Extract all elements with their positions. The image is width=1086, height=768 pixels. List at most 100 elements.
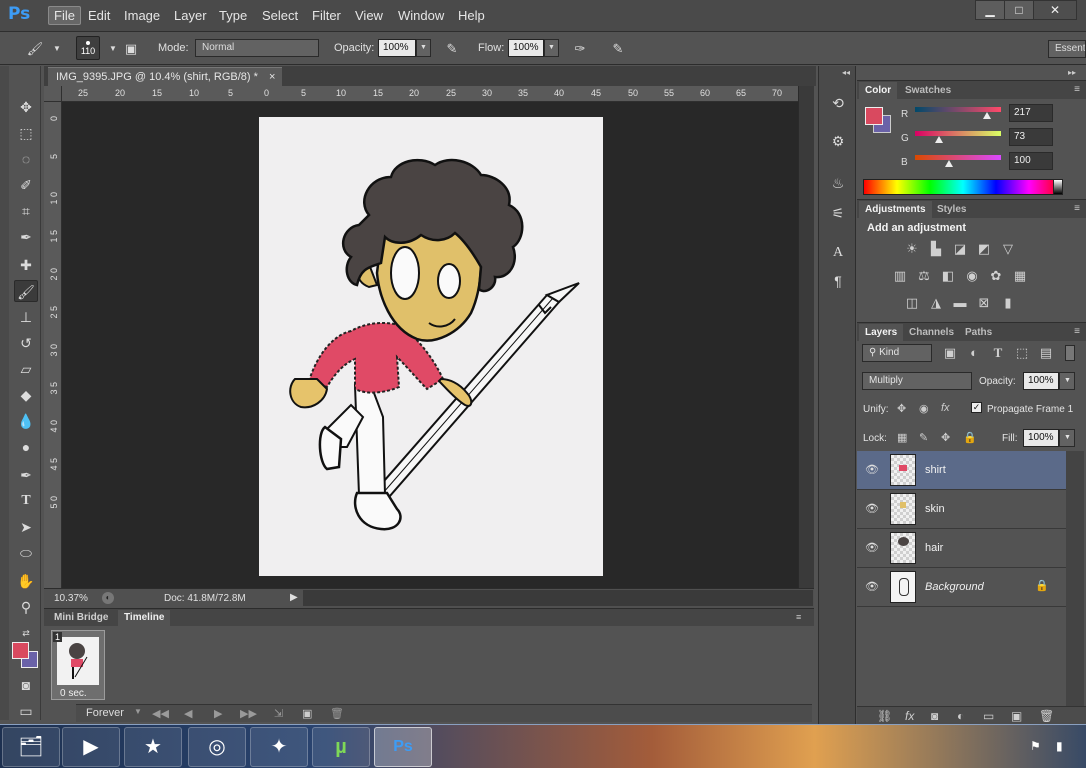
healing-brush-tool-icon[interactable]: ✚ <box>14 254 38 276</box>
blue-slider[interactable] <box>915 155 1001 160</box>
flow-dropdown[interactable]: ▼ <box>544 39 559 57</box>
color-spectrum-bar[interactable] <box>863 179 1063 195</box>
menu-filter[interactable]: Filter <box>312 8 341 23</box>
layer-row-hair[interactable]: 👁 hair <box>857 529 1066 568</box>
ruler-origin[interactable] <box>44 86 62 102</box>
workspace-switcher[interactable]: Essentials <box>1048 40 1086 58</box>
move-tool-icon[interactable]: ✥ <box>14 96 38 118</box>
airbrush-icon[interactable]: ✑ <box>571 40 589 58</box>
filter-smart-object-icon[interactable]: ▤ <box>1037 344 1055 362</box>
filter-shape-icon[interactable]: ⬚ <box>1013 344 1031 362</box>
media-player-icon[interactable]: ▶ <box>62 727 120 767</box>
tab-channels[interactable]: Channels <box>903 324 960 341</box>
chrome-icon[interactable]: ◎ <box>188 727 246 767</box>
blur-tool-icon[interactable]: 💧 <box>14 410 38 432</box>
exposure-icon[interactable]: ◩ <box>975 240 993 258</box>
gradient-map-icon[interactable]: ▮ <box>999 294 1017 312</box>
zoom-tool-icon[interactable]: ⚲ <box>14 596 38 618</box>
unify-visibility-icon[interactable]: ◉ <box>919 402 929 415</box>
eye-icon[interactable]: 👁 <box>865 541 879 554</box>
brightness-contrast-icon[interactable]: ☀ <box>903 240 921 258</box>
threshold-icon[interactable]: ▬ <box>951 294 969 312</box>
tab-adjustments[interactable]: Adjustments <box>859 201 932 218</box>
tab-mini-bridge[interactable]: Mini Bridge <box>48 610 114 626</box>
document-tab[interactable]: IMG_9395.JPG @ 10.4% (shirt, RGB/8) * × <box>48 67 282 86</box>
screen-mode-icon[interactable]: ▭ <box>14 700 38 722</box>
layer-row-background[interactable]: 👁 Background 🔒 <box>857 568 1066 607</box>
animation-frame[interactable]: 1 0 sec. <box>51 630 105 700</box>
character-icon[interactable]: A <box>829 244 847 262</box>
black-white-icon[interactable]: ◧ <box>939 267 957 285</box>
close-button[interactable]: ✕ <box>1033 0 1077 20</box>
photo-filter-icon[interactable]: ◉ <box>963 267 981 285</box>
black-white-ramp[interactable] <box>1053 179 1063 195</box>
vibrance-icon[interactable]: ▽ <box>999 240 1017 258</box>
dodge-tool-icon[interactable]: ● <box>14 436 38 458</box>
type-tool-icon[interactable]: T <box>14 490 38 512</box>
color-panel-menu-icon[interactable]: ≡ <box>1074 84 1080 95</box>
eye-icon[interactable]: 👁 <box>865 463 879 476</box>
new-adjustment-layer-icon[interactable]: ◐ <box>957 709 964 723</box>
green-slider-knob[interactable] <box>935 136 943 143</box>
layer-name[interactable]: shirt <box>925 464 946 476</box>
pressure-opacity-icon[interactable]: ✎ <box>443 40 461 58</box>
eyedropper-tool-icon[interactable]: ✒ <box>14 226 38 248</box>
quick-mask-icon[interactable]: ◙ <box>14 674 38 696</box>
blue-value[interactable]: 100 <box>1009 152 1053 170</box>
tab-color[interactable]: Color <box>859 82 898 99</box>
red-value[interactable]: 217 <box>1009 104 1053 122</box>
delete-layer-icon[interactable]: 🗑 <box>1039 709 1054 723</box>
paint-bucket-tool-icon[interactable]: ◆ <box>14 384 38 406</box>
new-frame-icon[interactable]: ▣ <box>302 707 312 720</box>
history-icon[interactable]: ⟲ <box>829 94 847 112</box>
document-canvas[interactable] <box>259 117 603 576</box>
lock-all-icon[interactable]: 🔒 <box>963 431 977 444</box>
eye-icon[interactable]: 👁 <box>865 502 879 515</box>
blue-slider-knob[interactable] <box>945 160 953 167</box>
menu-view[interactable]: View <box>355 8 383 23</box>
foreground-color-swatch[interactable] <box>12 642 29 659</box>
horizontal-ruler[interactable]: 25 20 15 10 5 0 5 10 15 20 25 30 35 40 4… <box>62 86 798 102</box>
next-frame-icon[interactable]: ▶▶ <box>240 707 257 720</box>
unify-style-icon[interactable]: fx <box>941 402 950 414</box>
new-group-icon[interactable]: ▭ <box>983 709 994 723</box>
lock-image-icon[interactable]: ✎ <box>919 431 928 444</box>
layer-row-shirt[interactable]: 👁 shirt <box>857 451 1066 490</box>
frame-delay[interactable]: 0 sec. <box>60 688 87 699</box>
fill-input[interactable]: 100% <box>1023 429 1059 447</box>
layer-name[interactable]: skin <box>925 503 945 515</box>
properties-icon[interactable]: ⚙ <box>829 132 847 150</box>
layers-scrollbar[interactable] <box>1066 451 1084 706</box>
loop-chevron-icon[interactable]: ▼ <box>134 707 142 716</box>
tab-styles[interactable]: Styles <box>931 201 972 218</box>
eye-icon[interactable]: 👁 <box>865 580 879 593</box>
unify-position-icon[interactable]: ✥ <box>897 402 906 415</box>
tray-flag-icon[interactable]: ⚑ <box>1030 739 1041 753</box>
red-slider-knob[interactable] <box>983 112 991 119</box>
hue-saturation-icon[interactable]: ▥ <box>891 267 909 285</box>
first-frame-icon[interactable]: ◀◀ <box>152 707 169 720</box>
menu-layer[interactable]: Layer <box>174 8 207 23</box>
tab-paths[interactable]: Paths <box>959 324 998 341</box>
horizontal-scrollbar[interactable] <box>303 590 813 606</box>
filter-adjustment-icon[interactable]: ◐ <box>965 344 983 362</box>
hand-tool-icon[interactable]: ✋ <box>14 570 38 592</box>
eraser-tool-icon[interactable]: ▱ <box>14 358 38 380</box>
app-star-icon[interactable]: ✦ <box>250 727 308 767</box>
marquee-tool-icon[interactable]: ⬚ <box>14 122 38 144</box>
tab-close-icon[interactable]: × <box>269 71 275 83</box>
layer-name[interactable]: hair <box>925 542 943 554</box>
menu-help[interactable]: Help <box>458 8 485 23</box>
tab-timeline[interactable]: Timeline <box>118 610 171 626</box>
loop-options[interactable]: Forever <box>86 707 124 719</box>
mode-dropdown[interactable]: Normal <box>195 39 319 57</box>
menu-select[interactable]: Select <box>262 8 298 23</box>
quick-select-tool-icon[interactable]: ✐ <box>14 174 38 196</box>
flow-input[interactable]: 100% <box>508 39 544 57</box>
history-brush-tool-icon[interactable]: ↺ <box>14 332 38 354</box>
delete-frame-icon[interactable]: 🗑 <box>330 707 344 720</box>
opacity-dropdown[interactable]: ▼ <box>416 39 431 57</box>
link-layers-icon[interactable]: ⛓ <box>877 709 892 723</box>
levels-icon[interactable]: ▙ <box>927 240 945 258</box>
vertical-scrollbar[interactable] <box>798 86 814 588</box>
